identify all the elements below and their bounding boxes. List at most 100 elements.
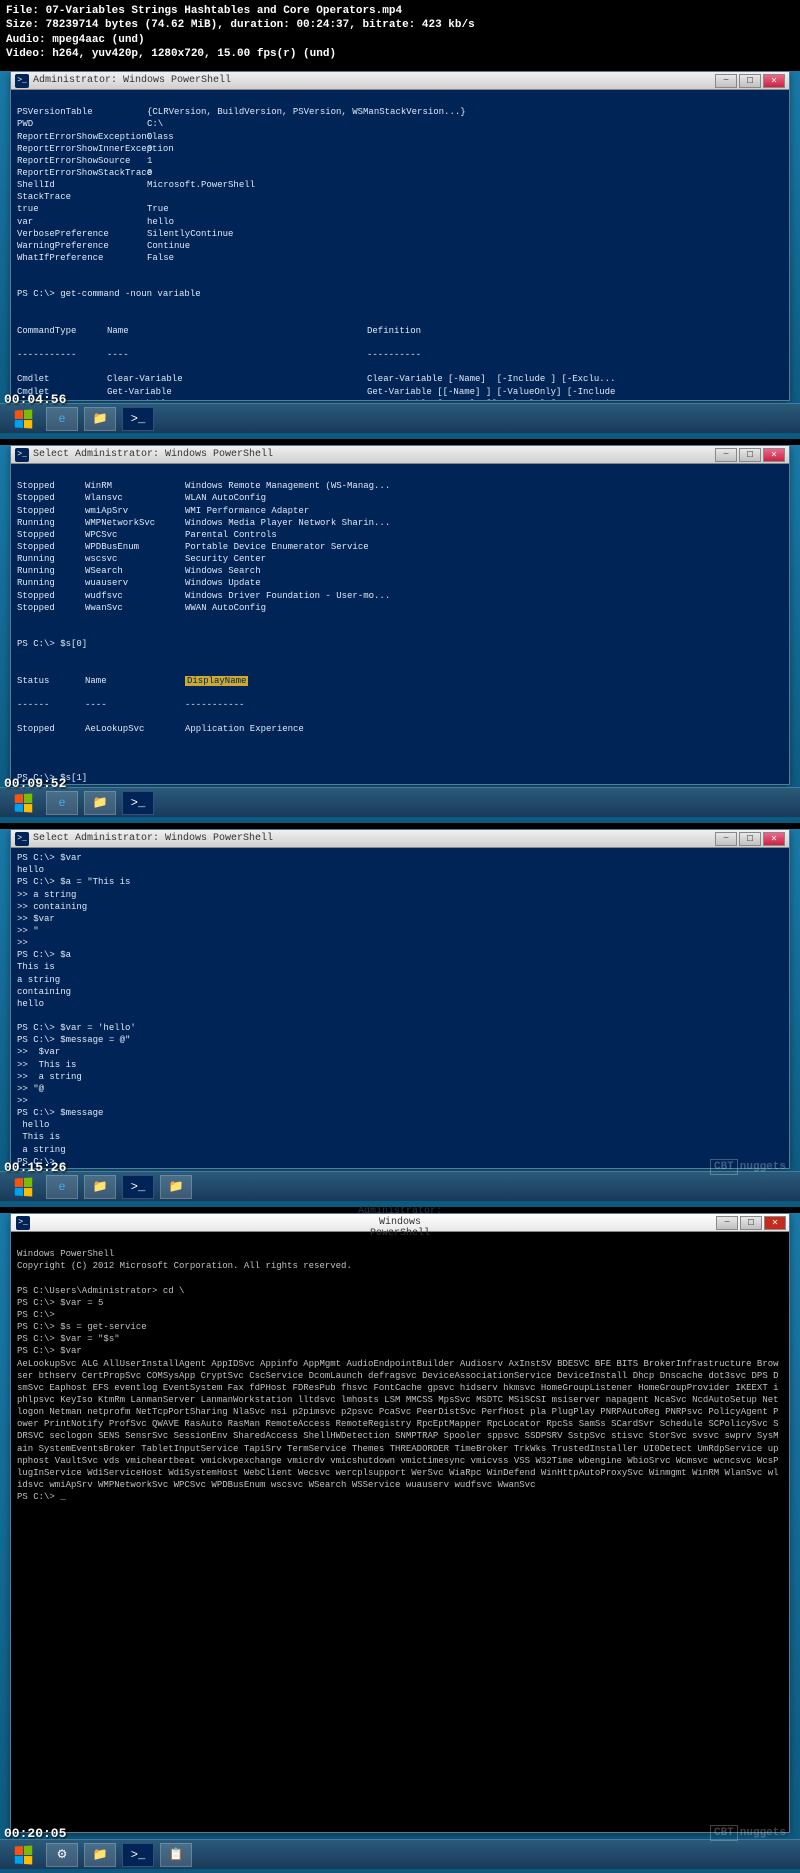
- watermark: CBTnuggets: [710, 1827, 786, 1839]
- variable-row: ReportErrorShowStackTrace0: [17, 167, 783, 179]
- window-buttons: ─ ☐ ✕: [715, 74, 785, 88]
- titlebar[interactable]: >_ Select Administrator: Windows PowerSh…: [11, 830, 789, 848]
- service-list: AeLookupSvc ALG AllUserInstallAgent AppI…: [17, 1358, 783, 1492]
- service-row: RunningWMPNetworkSvcWindows Media Player…: [17, 517, 783, 529]
- video-timestamp: 00:09:52: [4, 776, 66, 791]
- close-button[interactable]: ✕: [763, 832, 785, 846]
- terminal-output[interactable]: PSVersionTable{CLRVersion, BuildVersion,…: [11, 90, 789, 400]
- col-commandtype: CommandType: [17, 325, 107, 337]
- service-row: StoppedWinRMWindows Remote Management (W…: [17, 480, 783, 492]
- session-head: Windows PowerShell Copyright (C) 2012 Mi…: [17, 1249, 352, 1356]
- taskbar[interactable]: e 📁 >_: [0, 403, 800, 433]
- minimize-button[interactable]: ─: [715, 448, 737, 462]
- cmdlet-row: CmdletGet-VariableGet-Variable [[-Name] …: [17, 386, 783, 398]
- service-row: StoppedWlansvcWLAN AutoConfig: [17, 492, 783, 504]
- terminal-output[interactable]: StoppedWinRMWindows Remote Management (W…: [11, 464, 789, 784]
- taskbar-powershell[interactable]: >_: [122, 791, 154, 815]
- powershell-window: >_ Administrator: Windows PowerShell ─ ☐…: [10, 71, 790, 401]
- variable-row: WarningPreferenceContinue: [17, 240, 783, 252]
- cmdlet-row: CmdletNew-VariableNew-Variable [-Name] […: [17, 398, 783, 400]
- variable-row: ReportErrorShowExceptionClass0: [17, 131, 783, 143]
- close-button[interactable]: ✕: [764, 1216, 786, 1230]
- video-metadata: File: 07-Variables Strings Hashtables an…: [0, 0, 800, 65]
- screenshot-3: >_ Select Administrator: Windows PowerSh…: [0, 829, 800, 1207]
- taskbar-powershell[interactable]: >_: [122, 407, 154, 431]
- meta-video: Video: h264, yuv420p, 1280x720, 15.00 fp…: [6, 47, 794, 61]
- taskbar-ie[interactable]: e: [46, 791, 78, 815]
- variable-row: StackTrace: [17, 191, 783, 203]
- powershell-icon: >_: [15, 448, 29, 462]
- taskbar-item[interactable]: 📁: [160, 1175, 192, 1199]
- maximize-button[interactable]: ☐: [739, 74, 761, 88]
- variable-row: PSVersionTable{CLRVersion, BuildVersion,…: [17, 106, 783, 118]
- command-line: PS C:\> $s[1]: [17, 772, 783, 784]
- screenshot-1: >_ Administrator: Windows PowerShell ─ ☐…: [0, 71, 800, 439]
- terminal-output[interactable]: PS C:\> $var hello PS C:\> $a = "This is…: [11, 848, 789, 1168]
- taskbar-ie[interactable]: e: [46, 407, 78, 431]
- minimize-button[interactable]: ─: [715, 74, 737, 88]
- taskbar-explorer[interactable]: 📁: [84, 791, 116, 815]
- variable-row: ReportErrorShowSource1: [17, 155, 783, 167]
- powershell-icon: >_: [15, 74, 29, 88]
- highlighted-text: DisplayName: [185, 676, 248, 686]
- start-button[interactable]: [6, 406, 40, 432]
- taskbar-explorer[interactable]: 📁: [84, 407, 116, 431]
- meta-file: File: 07-Variables Strings Hashtables an…: [6, 4, 794, 18]
- service-row: StoppedAeLookupSvcApplication Experience: [17, 723, 783, 735]
- taskbar-item[interactable]: 📋: [160, 1843, 192, 1867]
- window-buttons: ─ ☐ ✕: [716, 1216, 786, 1230]
- titlebar[interactable]: >_ Administrator: Windows PowerShell ─ ☐…: [11, 1214, 789, 1232]
- window-buttons: ─ ☐ ✕: [715, 448, 785, 462]
- variable-row: WhatIfPreferenceFalse: [17, 252, 783, 264]
- titlebar[interactable]: >_ Select Administrator: Windows PowerSh…: [11, 446, 789, 464]
- watermark: CBTnuggets: [710, 1161, 786, 1173]
- taskbar-item[interactable]: ⚙: [46, 1843, 78, 1867]
- taskbar[interactable]: e 📁 >_ 📁: [0, 1171, 800, 1201]
- powershell-icon: >_: [15, 832, 29, 846]
- taskbar[interactable]: e 📁 >_: [0, 787, 800, 817]
- start-button[interactable]: [6, 1842, 40, 1868]
- service-row: StoppedwudfsvcWindows Driver Foundation …: [17, 590, 783, 602]
- col-name: Name: [107, 325, 367, 337]
- prompt: PS C:\> _: [17, 1492, 66, 1502]
- window-buttons: ─ ☐ ✕: [715, 832, 785, 846]
- variable-row: VerbosePreferenceSilentlyContinue: [17, 228, 783, 240]
- taskbar[interactable]: ⚙ 📁 >_ 📋: [0, 1839, 800, 1869]
- terminal-body: PS C:\> $var hello PS C:\> $a = "This is…: [17, 853, 136, 1167]
- service-row: StoppedWPCSvcParental Controls: [17, 529, 783, 541]
- taskbar-ie[interactable]: e: [46, 1175, 78, 1199]
- minimize-button[interactable]: ─: [715, 832, 737, 846]
- command-line: PS C:\> $s[0]: [17, 638, 783, 650]
- variable-row: PWDC:\: [17, 118, 783, 130]
- titlebar[interactable]: >_ Administrator: Windows PowerShell ─ ☐…: [11, 72, 789, 90]
- taskbar-explorer[interactable]: 📁: [84, 1175, 116, 1199]
- powershell-icon: >_: [16, 1216, 30, 1230]
- maximize-button[interactable]: ☐: [740, 1216, 762, 1230]
- service-row: StoppedwmiApSrvWMI Performance Adapter: [17, 505, 783, 517]
- taskbar-powershell[interactable]: >_: [122, 1843, 154, 1867]
- service-row: RunningwuauservWindows Update: [17, 577, 783, 589]
- window-title: Select Administrator: Windows PowerShell: [33, 833, 715, 844]
- start-button[interactable]: [6, 1174, 40, 1200]
- window-title: Select Administrator: Windows PowerShell: [33, 449, 715, 460]
- taskbar-powershell[interactable]: >_: [122, 1175, 154, 1199]
- maximize-button[interactable]: ☐: [739, 832, 761, 846]
- command-line: PS C:\> get-command -noun variable: [17, 288, 783, 300]
- col-status: Status: [17, 675, 85, 687]
- service-row: StoppedWwanSvcWWAN AutoConfig: [17, 602, 783, 614]
- service-row: RunningWSearchWindows Search: [17, 565, 783, 577]
- close-button[interactable]: ✕: [763, 74, 785, 88]
- start-button[interactable]: [6, 790, 40, 816]
- col-name: Name: [85, 675, 185, 687]
- variable-row: ShellIdMicrosoft.PowerShell: [17, 179, 783, 191]
- variable-row: trueTrue: [17, 203, 783, 215]
- maximize-button[interactable]: ☐: [739, 448, 761, 462]
- screenshot-2: >_ Select Administrator: Windows PowerSh…: [0, 445, 800, 823]
- terminal-output[interactable]: Windows PowerShell Copyright (C) 2012 Mi…: [11, 1232, 789, 1832]
- minimize-button[interactable]: ─: [716, 1216, 738, 1230]
- variable-row: varhello: [17, 216, 783, 228]
- variable-row: ReportErrorShowInnerException0: [17, 143, 783, 155]
- window-title: Administrator: Windows PowerShell: [33, 75, 715, 86]
- taskbar-explorer[interactable]: 📁: [84, 1843, 116, 1867]
- close-button[interactable]: ✕: [763, 448, 785, 462]
